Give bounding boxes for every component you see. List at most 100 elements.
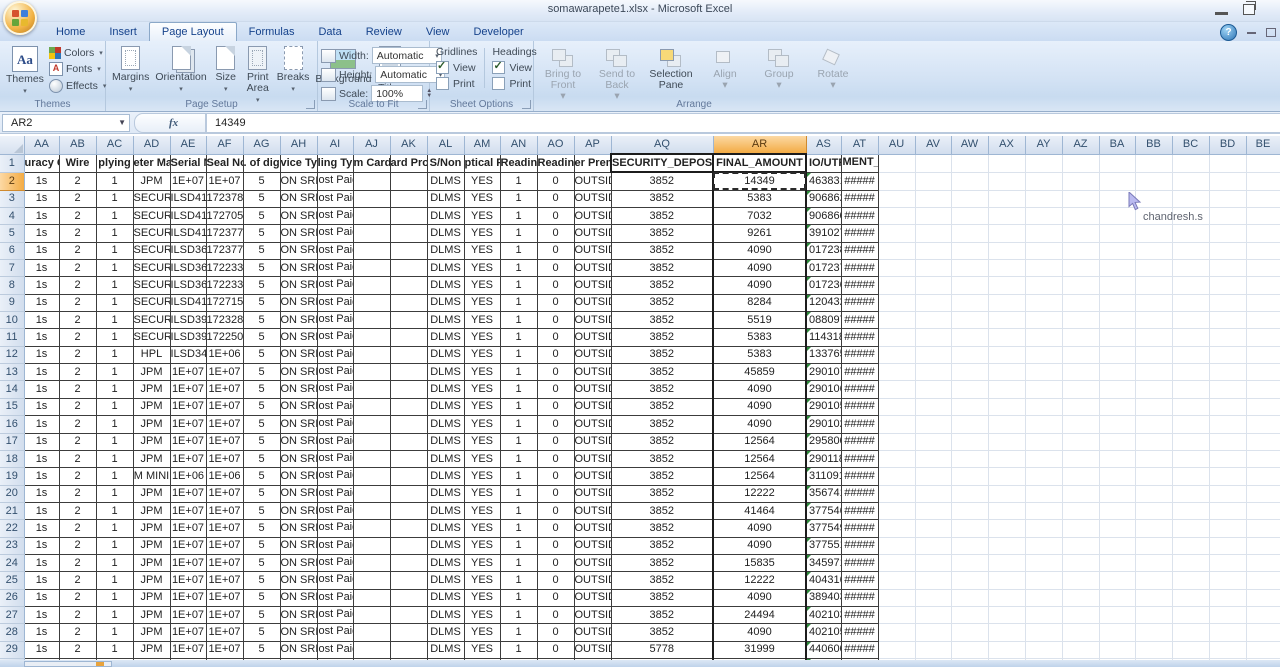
- cell-AS2[interactable]: 463831: [806, 172, 841, 190]
- cell-AV21[interactable]: [915, 502, 951, 519]
- cell-AW2[interactable]: [951, 172, 988, 190]
- cell-AL14[interactable]: DLMS: [427, 381, 464, 398]
- cell-AB29[interactable]: 2: [59, 641, 96, 658]
- cell-AD16[interactable]: JPM: [133, 416, 170, 433]
- cell-AP7[interactable]: OUTSIDI: [574, 260, 611, 277]
- cell-AY2[interactable]: [1025, 172, 1062, 190]
- cell-AX9[interactable]: [988, 294, 1025, 311]
- cell-AE19[interactable]: 1E+06: [170, 468, 206, 485]
- cell-AF3[interactable]: 172378: [206, 190, 243, 207]
- row-header-15[interactable]: 15: [0, 398, 24, 415]
- cell-AX1[interactable]: [988, 154, 1025, 172]
- cell-AS6[interactable]: 017238: [806, 242, 841, 259]
- cell-BD18[interactable]: [1209, 450, 1246, 467]
- cell-AE10[interactable]: ILSD392: [170, 312, 206, 329]
- cell-AG6[interactable]: 5: [243, 242, 280, 259]
- cell-AE2[interactable]: 1E+07: [170, 172, 206, 190]
- cell-AZ1[interactable]: [1062, 154, 1099, 172]
- cell-AO21[interactable]: 0: [537, 502, 574, 519]
- cell-AK16[interactable]: [390, 416, 427, 433]
- cell-AH24[interactable]: ON SRF: [280, 554, 317, 571]
- column-header-AN[interactable]: AN: [500, 136, 537, 154]
- cell-AL23[interactable]: DLMS: [427, 537, 464, 554]
- cell-AT8[interactable]: #####: [841, 277, 878, 294]
- column-header-AW[interactable]: AW: [951, 136, 988, 154]
- cell-AN29[interactable]: 1: [500, 641, 537, 658]
- cell-AK8[interactable]: [390, 277, 427, 294]
- cell-AD24[interactable]: JPM: [133, 554, 170, 571]
- cell-AL12[interactable]: DLMS: [427, 346, 464, 363]
- cell-AU1[interactable]: [878, 154, 915, 172]
- cell-BE21[interactable]: [1246, 502, 1280, 519]
- cell-AY1[interactable]: [1025, 154, 1062, 172]
- cell-AX28[interactable]: [988, 624, 1025, 641]
- column-header-AT[interactable]: AT: [841, 136, 878, 154]
- cell-AV2[interactable]: [915, 172, 951, 190]
- cell-AI29[interactable]: ost Paid: [317, 641, 353, 658]
- cell-BD13[interactable]: [1209, 364, 1246, 381]
- cell-AE6[interactable]: ILSD362: [170, 242, 206, 259]
- cell-BC12[interactable]: [1172, 346, 1209, 363]
- cell-AC8[interactable]: 1: [96, 277, 133, 294]
- cell-AC22[interactable]: 1: [96, 520, 133, 537]
- cell-AF23[interactable]: 1E+07: [206, 537, 243, 554]
- cell-BA10[interactable]: [1099, 312, 1135, 329]
- cell-AS24[interactable]: 345971: [806, 554, 841, 571]
- cell-AV14[interactable]: [915, 381, 951, 398]
- cell-AJ3[interactable]: [353, 190, 390, 207]
- cell-AI5[interactable]: ost Paid: [317, 225, 353, 242]
- cell-AT22[interactable]: #####: [841, 520, 878, 537]
- cell-AS7[interactable]: 017237: [806, 260, 841, 277]
- cell-AM14[interactable]: YES: [464, 381, 500, 398]
- cell-AO11[interactable]: 0: [537, 329, 574, 346]
- cell-AP15[interactable]: OUTSIDI: [574, 398, 611, 415]
- cell-AF21[interactable]: 1E+07: [206, 502, 243, 519]
- cell-BA22[interactable]: [1099, 520, 1135, 537]
- cell-AG2[interactable]: 5: [243, 172, 280, 190]
- cell-AT14[interactable]: #####: [841, 381, 878, 398]
- cell-AU5[interactable]: [878, 225, 915, 242]
- cell-AF18[interactable]: 1E+07: [206, 450, 243, 467]
- cell-AZ10[interactable]: [1062, 312, 1099, 329]
- cell-AG18[interactable]: 5: [243, 450, 280, 467]
- cell-AB7[interactable]: 2: [59, 260, 96, 277]
- cell-AZ14[interactable]: [1062, 381, 1099, 398]
- cell-AU15[interactable]: [878, 398, 915, 415]
- cell-AR27[interactable]: 24494: [713, 606, 806, 623]
- cell-BE28[interactable]: [1246, 624, 1280, 641]
- column-header-BC[interactable]: BC: [1172, 136, 1209, 154]
- cell-AS4[interactable]: 9068601: [806, 208, 841, 225]
- cell-AZ23[interactable]: [1062, 537, 1099, 554]
- cell-AO22[interactable]: 0: [537, 520, 574, 537]
- cell-BC15[interactable]: [1172, 398, 1209, 415]
- cell-AM20[interactable]: YES: [464, 485, 500, 502]
- cell-AD29[interactable]: JPM: [133, 641, 170, 658]
- cell-AT17[interactable]: #####: [841, 433, 878, 450]
- cell-AE16[interactable]: 1E+07: [170, 416, 206, 433]
- row-header-3[interactable]: 3: [0, 190, 24, 207]
- cell-AZ16[interactable]: [1062, 416, 1099, 433]
- cell-AS27[interactable]: 402103: [806, 606, 841, 623]
- cell-AY24[interactable]: [1025, 554, 1062, 571]
- cell-AZ4[interactable]: [1062, 208, 1099, 225]
- cell-BC9[interactable]: [1172, 294, 1209, 311]
- column-header-AL[interactable]: AL: [427, 136, 464, 154]
- cell-AH25[interactable]: ON SRF: [280, 572, 317, 589]
- cell-AR18[interactable]: 12564: [713, 450, 806, 467]
- cell-AV10[interactable]: [915, 312, 951, 329]
- cell-AQ26[interactable]: 3852: [611, 589, 713, 606]
- cell-AH29[interactable]: ON SRF: [280, 641, 317, 658]
- cell-AO14[interactable]: 0: [537, 381, 574, 398]
- cell-AA16[interactable]: 1s: [24, 416, 59, 433]
- cell-AA7[interactable]: 1s: [24, 260, 59, 277]
- cell-AQ23[interactable]: 3852: [611, 537, 713, 554]
- cell-AT24[interactable]: #####: [841, 554, 878, 571]
- cell-AP12[interactable]: OUTSIDI: [574, 346, 611, 363]
- cell-BD21[interactable]: [1209, 502, 1246, 519]
- cell-AX27[interactable]: [988, 606, 1025, 623]
- cell-AY15[interactable]: [1025, 398, 1062, 415]
- row-header-16[interactable]: 16: [0, 416, 24, 433]
- cell-AW26[interactable]: [951, 589, 988, 606]
- cell-BD23[interactable]: [1209, 537, 1246, 554]
- cell-AO26[interactable]: 0: [537, 589, 574, 606]
